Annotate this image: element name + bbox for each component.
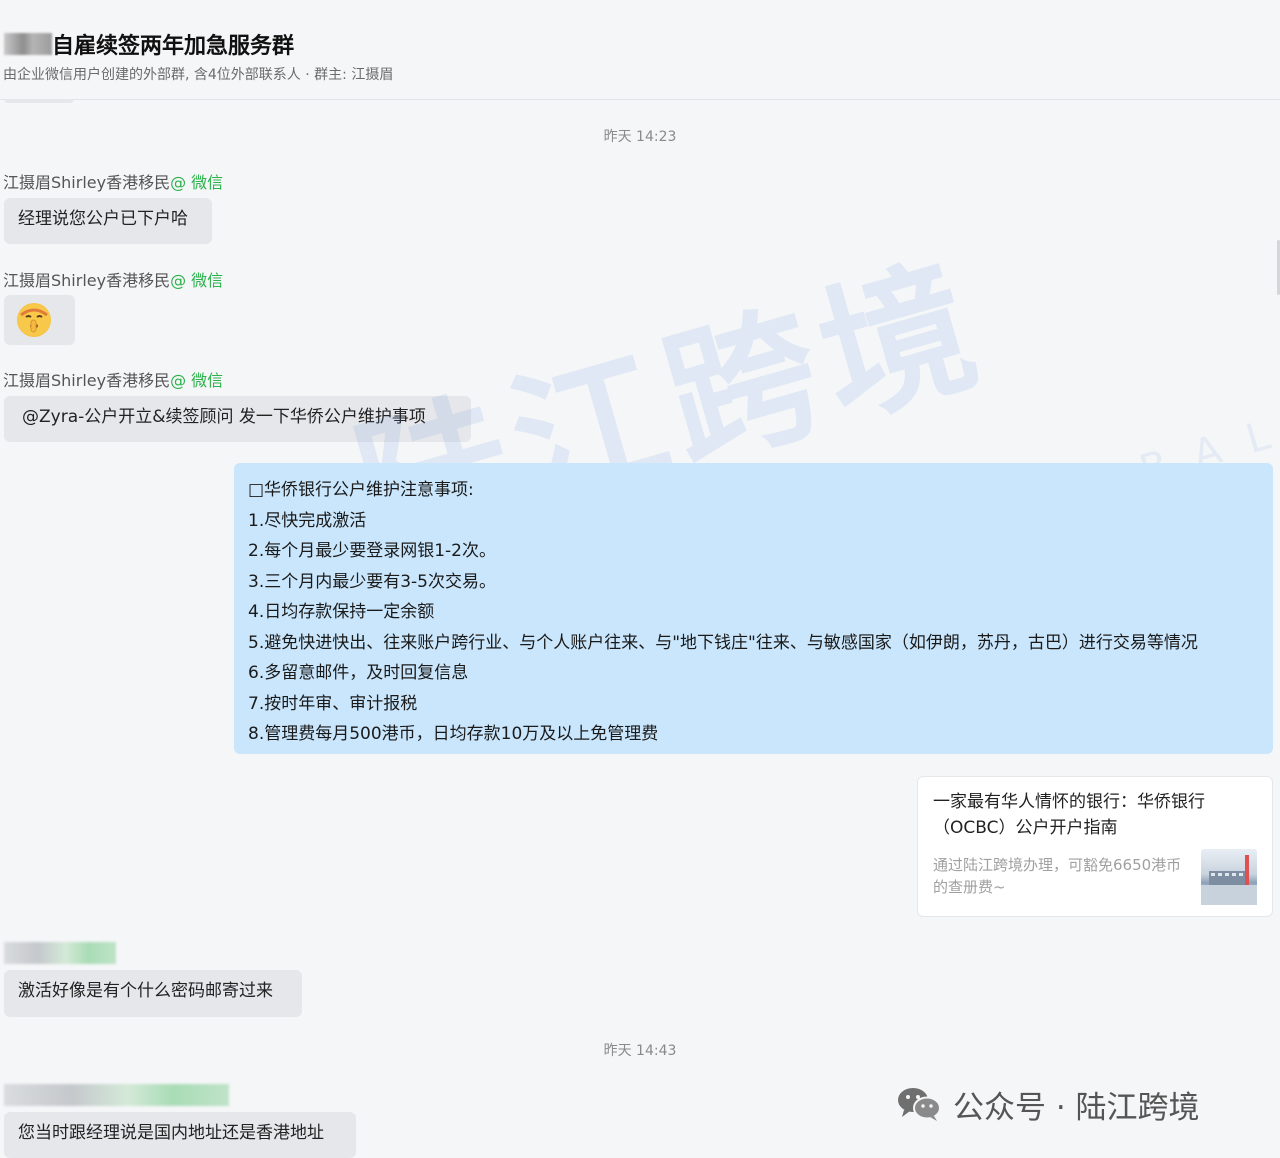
link-card[interactable]: 一家最有华人情怀的银行：华侨银行（OCBC）公户开户指南 通过陆江跨境办理，可豁… — [917, 776, 1273, 917]
message-bubble[interactable]: 经理说您公户已下户哈 — [4, 198, 212, 244]
sender-name[interactable]: 江摄眉Shirley香港移民 — [3, 271, 170, 290]
link-card-title: 一家最有华人情怀的银行：华侨银行（OCBC）公户开户指南 — [933, 792, 1205, 838]
blurred-sender-name — [4, 1084, 229, 1106]
wechat-icon — [897, 1086, 941, 1122]
message-bubble[interactable]: 您当时跟经理说是国内地址还是香港地址 — [4, 1112, 356, 1158]
notice-line: □华侨银行公户维护注意事项: — [248, 480, 474, 500]
previous-bubble-edge — [4, 99, 74, 103]
sender-name[interactable]: 江摄眉Shirley香港移民 — [3, 173, 170, 192]
group-title[interactable]: 自雇续签两年加急服务群 — [52, 28, 294, 60]
sender-source-tag: @ 微信 — [170, 271, 224, 290]
message-sender: 江摄眉Shirley香港移民@ 微信 — [3, 367, 223, 391]
notice-line: 1.尽快完成激活 — [248, 510, 367, 531]
official-account-brand: 公众号 · 陆江跨境 — [897, 1083, 1200, 1126]
message-bubble[interactable]: 激活好像是有个什么密码邮寄过来 — [4, 970, 302, 1017]
notice-line: 7.按时年审、审计报税 — [248, 693, 418, 714]
timestamp: 昨天 14:43 — [603, 1043, 677, 1059]
sender-source-tag: @ 微信 — [170, 371, 224, 390]
link-card-description: 通过陆江跨境办理，可豁免6650港币的查册费~ — [933, 856, 1182, 896]
sender-name[interactable]: 江摄眉Shirley香港移民 — [3, 371, 170, 390]
timestamp: 昨天 14:23 — [603, 129, 677, 145]
emoji-message-bubble[interactable] — [4, 295, 75, 345]
chat-header: 自雇续签两年加急服务群 由企业微信用户创建的外部群, 含4位外部联系人 · 群主… — [0, 0, 1280, 100]
link-card-thumbnail — [1201, 849, 1257, 905]
notice-line: 6.多留意邮件，及时回复信息 — [248, 663, 469, 683]
message-sender: 江摄眉Shirley香港移民@ 微信 — [3, 267, 223, 291]
message-sender: 江摄眉Shirley香港移民@ 微信 — [3, 169, 223, 193]
notice-line: 3.三个月内最少要有3-5次交易。 — [248, 571, 496, 592]
sender-source-tag: @ 微信 — [170, 173, 224, 192]
brand-text: 公众号 · 陆江跨境 — [953, 1089, 1200, 1126]
sent-message-bubble[interactable]: □华侨银行公户维护注意事项: 1.尽快完成激活 2.每个月最少要登录网银1-2次… — [234, 463, 1273, 754]
blurred-title-prefix — [4, 33, 52, 55]
blurred-sender-name — [4, 942, 116, 964]
notice-line: 2.每个月最少要登录网银1-2次。 — [248, 541, 496, 561]
notice-line: 5.避免快进快出、往来账户跨行业、与个人账户往来、与"地下钱庄"往来、与敏感国家… — [248, 632, 1198, 653]
shushing-face-emoji-icon — [17, 303, 51, 337]
notice-line: 8.管理费每月500港币，日均存款10万及以上免管理费 — [248, 724, 659, 744]
group-subtitle: 由企业微信用户创建的外部群, 含4位外部联系人 · 群主: 江摄眉 — [3, 67, 394, 83]
notice-line: 4.日均存款保持一定余额 — [248, 602, 435, 622]
